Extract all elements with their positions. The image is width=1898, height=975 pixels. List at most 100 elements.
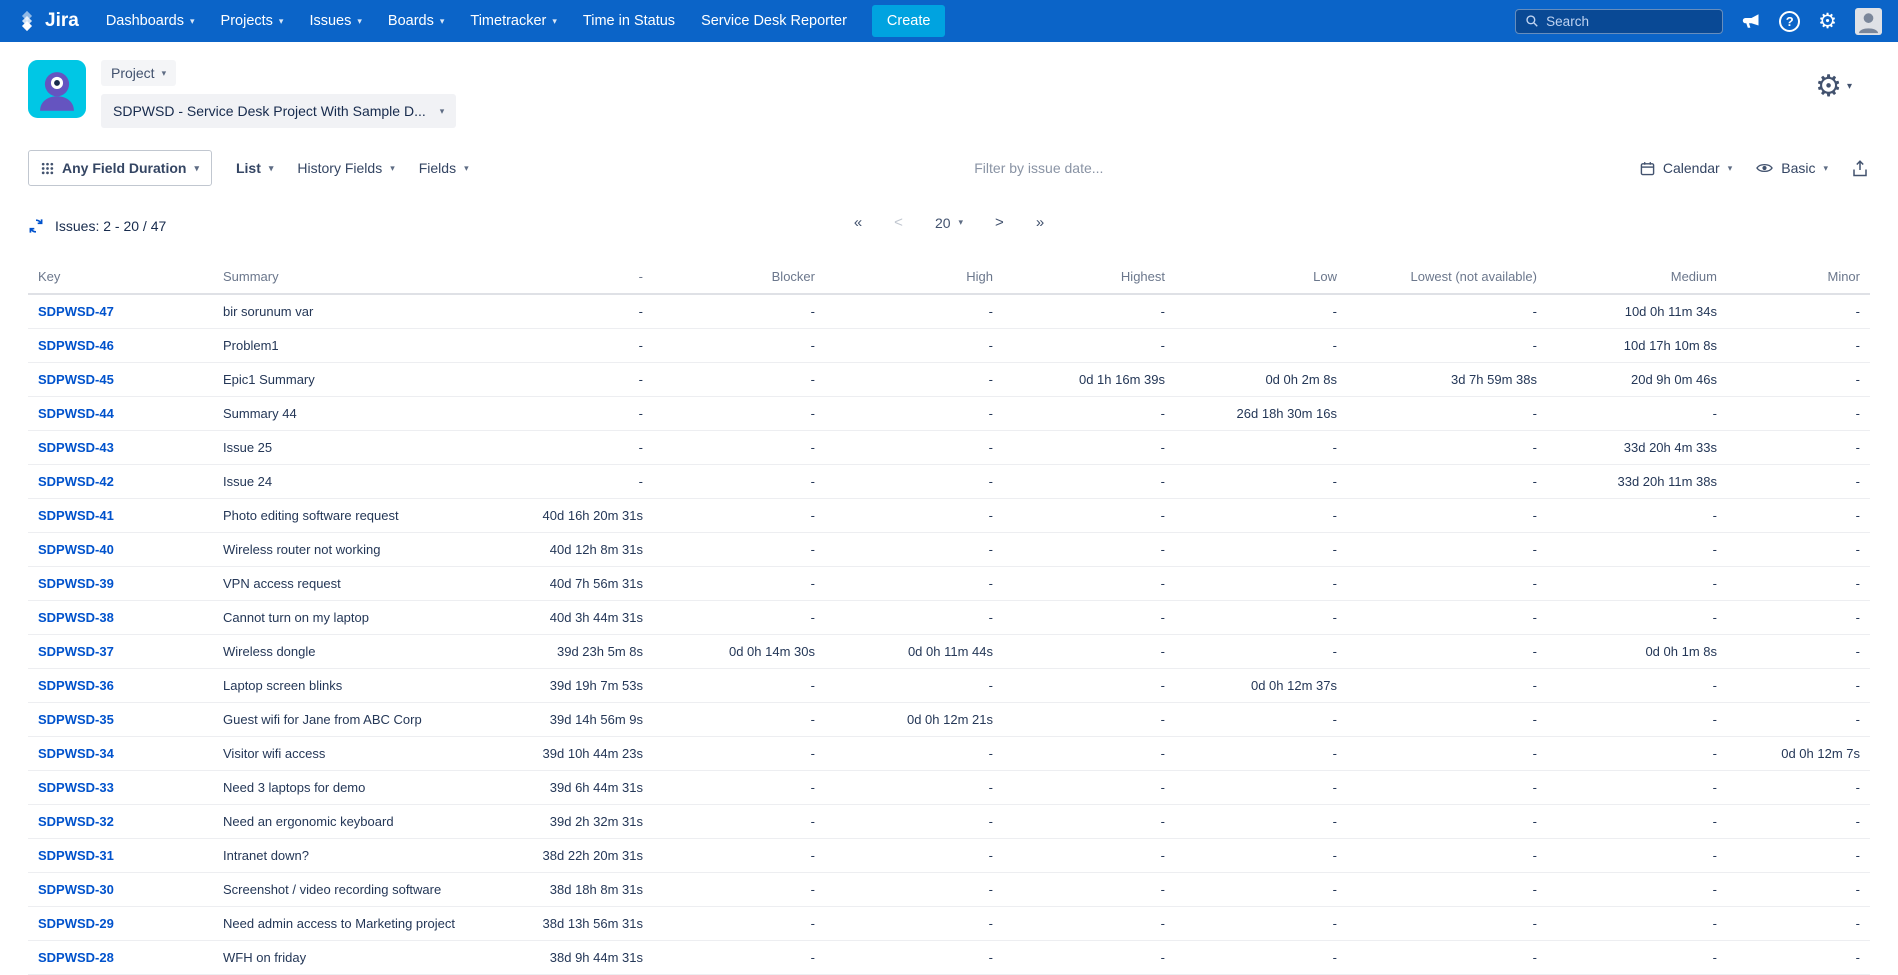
nav-item-service-desk-reporter[interactable]: Service Desk Reporter [688,0,860,42]
duration-cell: 38d 18h 8m 31s [503,873,653,907]
page-size-dropdown[interactable]: 20 ▾ [935,215,963,231]
duration-cell: - [1347,465,1547,499]
issue-key-link[interactable]: SDPWSD-39 [38,576,114,591]
duration-cell: - [1347,669,1547,703]
project-settings-button[interactable]: ⚙ ▾ [1815,60,1868,102]
table-row: SDPWSD-39VPN access request40d 7h 56m 31… [28,567,1870,601]
duration-cell: - [1547,533,1727,567]
project-select-dropdown[interactable]: SDPWSD - Service Desk Project With Sampl… [101,94,456,128]
duration-cell: - [653,294,825,329]
duration-cell: 0d 0h 14m 30s [653,635,825,669]
jira-logo[interactable]: Jira [14,10,93,32]
search-input[interactable] [1546,14,1713,29]
any-field-duration-dropdown[interactable]: Any Field Duration ▾ [28,150,212,186]
issue-key-link[interactable]: SDPWSD-28 [38,950,114,965]
duration-cell: - [1727,465,1870,499]
basic-view-dropdown[interactable]: Basic ▾ [1756,160,1828,176]
issue-summary-cell: Laptop screen blinks [213,669,503,703]
issue-key-link[interactable]: SDPWSD-34 [38,746,114,761]
duration-cell: 39d 19h 7m 53s [503,669,653,703]
duration-cell: - [1003,873,1175,907]
help-icon[interactable]: ? [1779,11,1800,32]
fields-dropdown[interactable]: Fields ▾ [419,160,469,176]
duration-cell: - [825,601,1003,635]
issue-key-link[interactable]: SDPWSD-46 [38,338,114,353]
navbar-right: ? ⚙ [1515,8,1882,35]
nav-item-issues[interactable]: Issues▾ [296,0,374,42]
issue-key-cell: SDPWSD-42 [28,465,213,499]
duration-cell: - [1347,907,1547,941]
view-list-dropdown[interactable]: List ▾ [236,160,273,176]
nav-item-label: Dashboards [106,13,184,29]
duration-cell: - [825,669,1003,703]
settings-icon[interactable]: ⚙ [1818,11,1837,32]
table-row: SDPWSD-44Summary 44----26d 18h 30m 16s--… [28,397,1870,431]
issue-key-link[interactable]: SDPWSD-30 [38,882,114,897]
duration-cell: - [1175,533,1347,567]
duration-cell: - [825,397,1003,431]
export-button[interactable] [1852,160,1868,177]
issue-key-link[interactable]: SDPWSD-36 [38,678,114,693]
issue-key-link[interactable]: SDPWSD-31 [38,848,114,863]
duration-cell: - [653,329,825,363]
issues-table: KeySummary-BlockerHighHighestLowLowest (… [28,260,1870,975]
calendar-dropdown[interactable]: Calendar ▾ [1640,160,1732,176]
table-row: SDPWSD-35Guest wifi for Jane from ABC Co… [28,703,1870,737]
duration-cell: 0d 0h 12m 37s [1175,669,1347,703]
create-button[interactable]: Create [872,5,946,37]
table-row: SDPWSD-38Cannot turn on my laptop40d 3h … [28,601,1870,635]
column-header-dash: - [503,260,653,294]
duration-cell: - [1727,669,1870,703]
issue-key-link[interactable]: SDPWSD-29 [38,916,114,931]
issue-key-link[interactable]: SDPWSD-44 [38,406,114,421]
issue-key-link[interactable]: SDPWSD-43 [38,440,114,455]
navbar-search[interactable] [1515,9,1723,34]
issue-key-link[interactable]: SDPWSD-38 [38,610,114,625]
duration-cell: 38d 13h 56m 31s [503,907,653,941]
first-page-button[interactable]: « [854,214,862,231]
issue-key-link[interactable]: SDPWSD-40 [38,542,114,557]
issue-key-link[interactable]: SDPWSD-45 [38,372,114,387]
issue-key-cell: SDPWSD-32 [28,805,213,839]
calendar-icon [1640,161,1655,176]
duration-cell: 39d 23h 5m 8s [503,635,653,669]
duration-cell: - [1347,805,1547,839]
issue-date-filter-input[interactable] [974,160,1134,176]
issue-summary-cell: WFH on friday [213,941,503,975]
history-fields-dropdown[interactable]: History Fields ▾ [297,160,394,176]
next-page-button[interactable]: > [995,214,1004,231]
duration-cell: - [1003,431,1175,465]
duration-cell: - [1175,465,1347,499]
issue-key-cell: SDPWSD-46 [28,329,213,363]
duration-cell: - [653,873,825,907]
nav-item-timetracker[interactable]: Timetracker▾ [457,0,570,42]
jira-logo-icon [16,10,38,32]
duration-cell: - [1347,533,1547,567]
issue-key-link[interactable]: SDPWSD-35 [38,712,114,727]
announcement-icon[interactable] [1741,11,1761,31]
issue-key-link[interactable]: SDPWSD-41 [38,508,114,523]
nav-item-boards[interactable]: Boards▾ [375,0,457,42]
duration-cell: - [1175,805,1347,839]
nav-item-dashboards[interactable]: Dashboards▾ [93,0,208,42]
nav-item-time-in-status[interactable]: Time in Status [570,0,688,42]
refresh-icon[interactable] [28,218,44,234]
issue-key-link[interactable]: SDPWSD-47 [38,304,114,319]
issue-key-link[interactable]: SDPWSD-32 [38,814,114,829]
nav-item-projects[interactable]: Projects▾ [208,0,297,42]
duration-cell: 39d 10h 44m 23s [503,737,653,771]
issue-key-link[interactable]: SDPWSD-42 [38,474,114,489]
issue-key-link[interactable]: SDPWSD-37 [38,644,114,659]
issue-key-link[interactable]: SDPWSD-33 [38,780,114,795]
duration-cell: - [503,329,653,363]
duration-cell: - [1175,567,1347,601]
chevron-down-icon: ▾ [194,164,199,173]
issues-bar: Issues: 2 - 20 / 47 « < 20 ▾ > » [0,204,1898,256]
user-avatar[interactable] [1855,8,1882,35]
duration-cell: - [1347,941,1547,975]
project-type-dropdown[interactable]: Project ▾ [101,60,176,86]
prev-page-button[interactable]: < [894,214,903,231]
duration-cell: - [1547,873,1727,907]
nav-item-label: Issues [309,13,351,29]
last-page-button[interactable]: » [1036,214,1044,231]
